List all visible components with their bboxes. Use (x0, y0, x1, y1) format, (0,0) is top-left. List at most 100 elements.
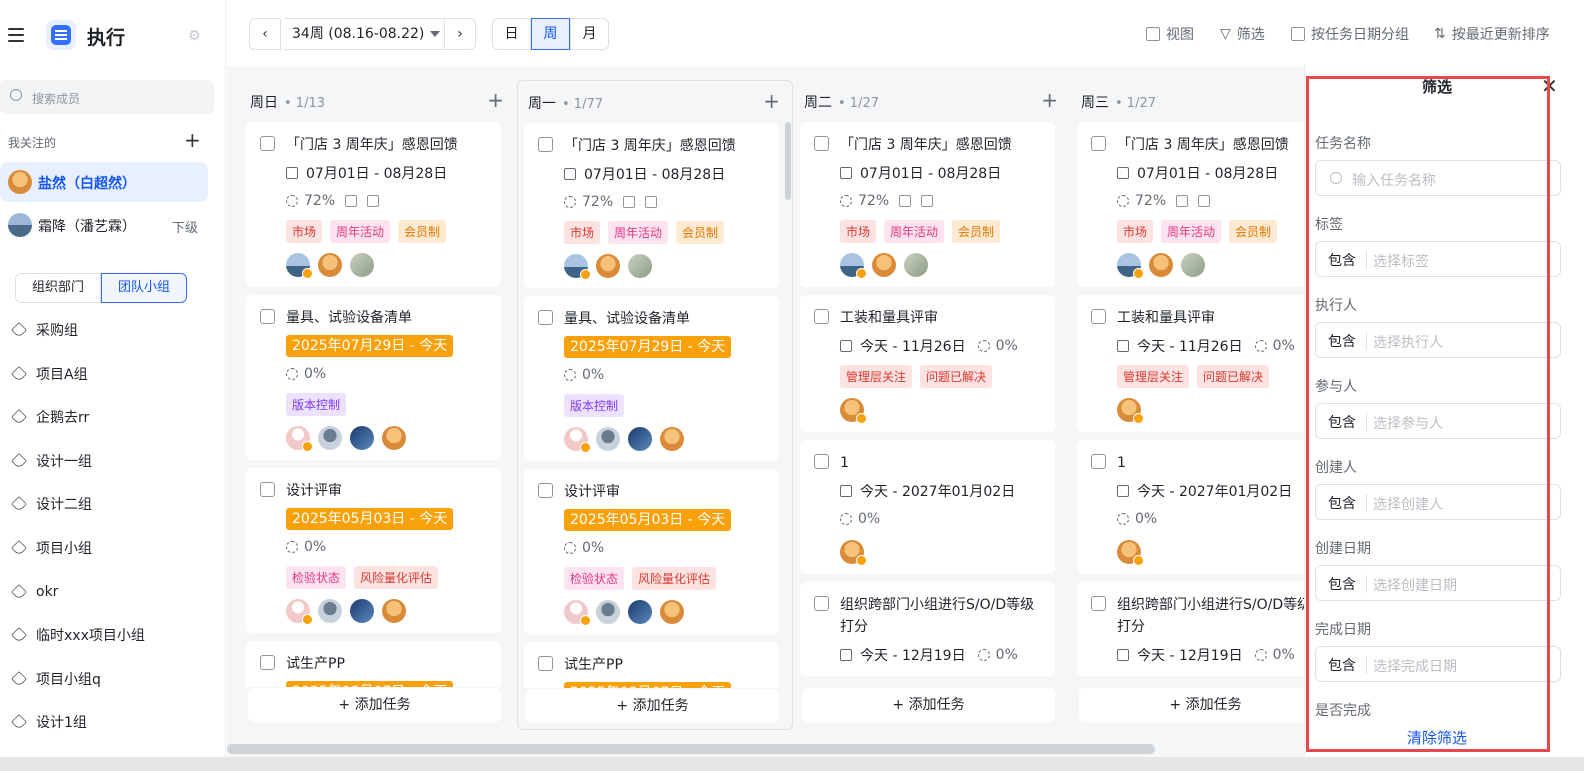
task-checkbox[interactable] (814, 454, 829, 469)
avatar[interactable] (1181, 253, 1205, 277)
avatar[interactable] (350, 253, 374, 277)
task-checkbox[interactable] (1091, 454, 1106, 469)
filter-field-input[interactable]: 包含 选择标签 (1315, 241, 1561, 277)
avatar[interactable] (628, 254, 652, 278)
clear-filter-button[interactable]: 清除筛选 (1305, 727, 1569, 748)
horizontal-scrollbar[interactable] (227, 744, 1155, 754)
edit-icon[interactable] (1176, 195, 1189, 207)
task-card[interactable]: 设计评审 2025年05月03日 - 今天 0% 检验状态 风险量化评估 (246, 468, 501, 633)
task-checkbox[interactable] (814, 136, 829, 151)
avatar[interactable] (660, 427, 684, 451)
task-card[interactable]: 量具、试验设备清单 2025年07月29日 - 今天 0% 版本控制 (524, 296, 779, 461)
menu-icon[interactable] (8, 28, 24, 42)
add-task-icon[interactable]: + (487, 88, 504, 112)
avatar[interactable] (564, 427, 591, 453)
task-checkbox[interactable] (538, 483, 553, 498)
prev-week-button[interactable]: ‹ (249, 18, 281, 50)
comment-icon[interactable] (921, 195, 934, 207)
edit-icon[interactable] (623, 196, 636, 208)
add-task-button[interactable]: + 添加任务 (526, 689, 779, 723)
operator-select[interactable]: 包含 (1328, 574, 1356, 594)
task-card[interactable]: 组织跨部门小组进行S/O/D等级打分 今天 - 12月19日 0% (1077, 582, 1332, 676)
avatar[interactable] (382, 426, 406, 450)
add-task-button[interactable]: + 添加任务 (802, 688, 1055, 722)
avatar[interactable] (382, 599, 406, 623)
tab-team-group[interactable]: 团队小组 (101, 273, 188, 303)
task-card[interactable]: 工装和量具评审 今天 - 11月26日 0% 管理层关注 问题已解决 (1077, 295, 1332, 432)
vertical-scrollbar[interactable] (785, 122, 791, 200)
filter-field-input[interactable]: 包含 选择创建日期 (1315, 565, 1561, 601)
view-week-button[interactable]: 周 (531, 18, 570, 50)
comment-icon[interactable] (645, 196, 658, 208)
task-card[interactable]: 试生产PP 2025年08月07日 - 今天 (524, 642, 779, 688)
group-item[interactable]: 设计1组 (11, 711, 87, 733)
filter-field-input[interactable]: 包含 选择完成日期 (1315, 646, 1561, 682)
operator-select[interactable]: 包含 (1328, 493, 1356, 513)
filter-field-input[interactable]: 输入任务名称 (1315, 160, 1561, 196)
view-day-button[interactable]: 日 (492, 18, 531, 50)
avatar[interactable] (628, 427, 652, 451)
task-card[interactable]: 1 今天 - 2027年01月02日 0% (800, 440, 1055, 574)
avatar[interactable] (840, 540, 867, 566)
edit-icon[interactable] (345, 195, 358, 207)
group-item[interactable]: 设计二组 (11, 493, 92, 515)
task-card[interactable]: 「门店 3 周年庆」感恩回馈 07月01日 - 08月28日 72% 市场 周年活动 会员… (246, 122, 501, 287)
task-card[interactable]: 1 今天 - 2027年01月02日 0% (1077, 440, 1332, 574)
avatar[interactable] (1117, 253, 1144, 279)
avatar[interactable] (350, 426, 374, 450)
operator-select[interactable]: 包含 (1328, 412, 1356, 432)
avatar[interactable] (904, 253, 928, 277)
operator-select[interactable]: 包含 (1328, 655, 1356, 675)
group-item[interactable]: 项目小组 (11, 537, 92, 559)
avatar[interactable] (318, 599, 342, 623)
comment-icon[interactable] (1198, 195, 1211, 207)
avatar[interactable] (350, 599, 374, 623)
filter-button[interactable]: ▽ 筛选 (1220, 24, 1265, 44)
avatar[interactable] (286, 599, 313, 625)
operator-select[interactable]: 包含 (1328, 331, 1356, 351)
tab-org-department[interactable]: 组织部门 (15, 273, 102, 303)
group-item[interactable]: 项目A组 (11, 363, 88, 385)
filter-field-input[interactable]: 包含 选择执行人 (1315, 322, 1561, 358)
task-checkbox[interactable] (260, 309, 275, 324)
add-task-button[interactable]: + 添加任务 (1079, 688, 1332, 722)
task-checkbox[interactable] (260, 482, 275, 497)
view-button[interactable]: 视图 (1146, 24, 1194, 44)
group-item[interactable]: 项目小组q (11, 668, 101, 690)
filter-field-input[interactable]: 包含 选择创建人 (1315, 484, 1561, 520)
task-card[interactable]: 量具、试验设备清单 2025年07月29日 - 今天 0% 版本控制 (246, 295, 501, 460)
filter-field-input[interactable]: 包含 选择参与人 (1315, 403, 1561, 439)
avatar[interactable] (1149, 253, 1173, 277)
group-item[interactable]: okr (11, 581, 58, 603)
task-checkbox[interactable] (538, 656, 553, 671)
avatar[interactable] (840, 253, 867, 279)
member-item[interactable]: 霜降（潘艺霖） 下级 (0, 205, 208, 245)
avatar[interactable] (660, 600, 684, 624)
avatar[interactable] (596, 254, 620, 278)
member-item[interactable]: 盐然（白超然） (0, 162, 208, 202)
task-checkbox[interactable] (814, 596, 829, 611)
task-checkbox[interactable] (1091, 309, 1106, 324)
group-by-date-button[interactable]: 按任务日期分组 (1291, 24, 1409, 44)
comment-icon[interactable] (367, 195, 380, 207)
avatar[interactable] (318, 253, 342, 277)
week-selector[interactable]: 34周 (08.16-08.22) (284, 18, 470, 50)
close-icon[interactable]: ✕ (1541, 74, 1558, 98)
task-checkbox[interactable] (260, 136, 275, 151)
avatar[interactable] (318, 426, 342, 450)
sort-button[interactable]: ⇅ 按最近更新排序 (1434, 24, 1550, 44)
avatar[interactable] (564, 254, 591, 280)
task-card[interactable]: 「门店 3 周年庆」感恩回馈 07月01日 - 08月28日 72% 市场 周年活动 会员… (524, 123, 779, 288)
avatar[interactable] (596, 427, 620, 451)
avatar[interactable] (628, 600, 652, 624)
avatar[interactable] (596, 600, 620, 624)
edit-icon[interactable] (899, 195, 912, 207)
operator-select[interactable]: 包含 (1328, 250, 1356, 270)
next-week-button[interactable]: › (444, 18, 476, 50)
avatar[interactable] (286, 426, 313, 452)
view-month-button[interactable]: 月 (570, 18, 609, 50)
group-item[interactable]: 设计一组 (11, 450, 92, 472)
task-checkbox[interactable] (1091, 136, 1106, 151)
task-card[interactable]: 设计评审 2025年05月03日 - 今天 0% 检验状态 风险量化评估 (524, 469, 779, 634)
member-search-input[interactable]: 搜索成员 (0, 80, 214, 114)
